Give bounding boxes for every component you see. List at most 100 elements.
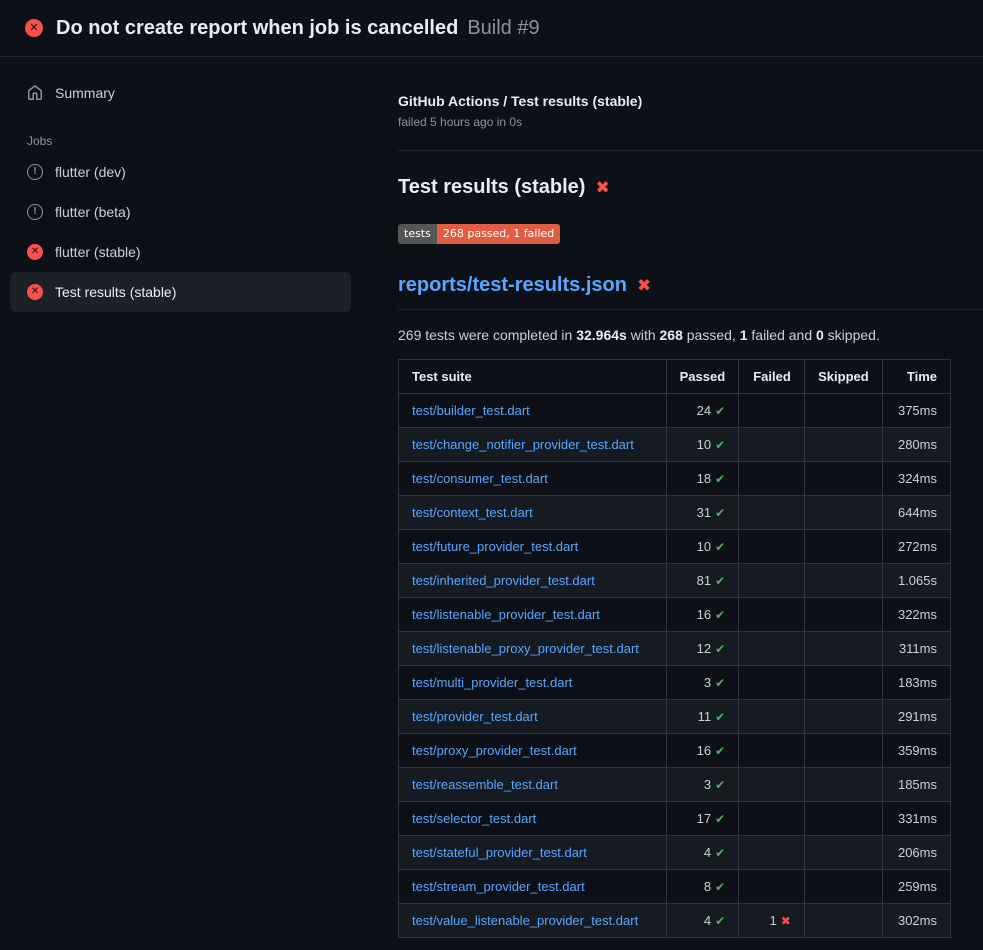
skipped-cell (804, 564, 882, 598)
test-suite-cell: test/proxy_provider_test.dart (399, 734, 667, 768)
topbar: ✕ Do not create report when job is cance… (0, 0, 983, 57)
check-icon: ✔ (715, 404, 725, 418)
test-suite-link[interactable]: test/builder_test.dart (412, 403, 530, 418)
badge-value: 268 passed, 1 failed (437, 224, 560, 244)
failed-cell (739, 530, 805, 564)
test-suite-link[interactable]: test/change_notifier_provider_test.dart (412, 437, 634, 452)
failed-cell (739, 462, 805, 496)
skipped-cell (804, 836, 882, 870)
sidebar-item-summary[interactable]: Summary (10, 73, 351, 113)
table-row: test/listenable_proxy_provider_test.dart… (399, 632, 951, 666)
passed-cell: 12✔ (666, 632, 739, 666)
skipped-cell (804, 428, 882, 462)
report-file-link[interactable]: reports/test-results.json (398, 274, 627, 297)
test-suite-cell: test/reassemble_test.dart (399, 768, 667, 802)
sidebar-jobs: !flutter (dev)!flutter (beta)✕flutter (s… (0, 152, 390, 312)
test-suite-link[interactable]: test/value_listenable_provider_test.dart (412, 913, 638, 928)
test-suite-link[interactable]: test/consumer_test.dart (412, 471, 548, 486)
test-suite-link[interactable]: test/provider_test.dart (412, 709, 538, 724)
time-cell: 272ms (882, 530, 950, 564)
skipped-cell (804, 802, 882, 836)
sidebar-item-job[interactable]: !flutter (beta) (10, 192, 351, 232)
test-suite-link[interactable]: test/stateful_provider_test.dart (412, 845, 587, 860)
test-suite-cell: test/listenable_provider_test.dart (399, 598, 667, 632)
check-icon: ✔ (715, 608, 725, 622)
test-suite-link[interactable]: test/proxy_provider_test.dart (412, 743, 577, 758)
passed-cell: 8✔ (666, 870, 739, 904)
test-suite-cell: test/context_test.dart (399, 496, 667, 530)
summary-failed-count: 1 (740, 327, 748, 343)
sidebar-item-job[interactable]: ✕flutter (stable) (10, 232, 351, 272)
passed-cell: 11✔ (666, 700, 739, 734)
job-label: flutter (dev) (55, 164, 126, 180)
table-row: test/provider_test.dart 11✔ 291ms (399, 700, 951, 734)
time-cell: 324ms (882, 462, 950, 496)
failed-cell (739, 734, 805, 768)
time-cell: 259ms (882, 870, 950, 904)
passed-cell: 3✔ (666, 768, 739, 802)
failed-cell (739, 428, 805, 462)
test-suite-link[interactable]: test/future_provider_test.dart (412, 539, 578, 554)
test-suite-link[interactable]: test/context_test.dart (412, 505, 533, 520)
column-header-failed: Failed (739, 360, 805, 394)
check-icon: ✔ (715, 846, 725, 860)
job-label: flutter (stable) (55, 244, 141, 260)
tests-badge: tests 268 passed, 1 failed (398, 224, 560, 244)
failed-cell (739, 394, 805, 428)
test-suite-link[interactable]: test/multi_provider_test.dart (412, 675, 572, 690)
check-icon: ✔ (715, 880, 725, 894)
time-cell: 322ms (882, 598, 950, 632)
test-suite-link[interactable]: test/stream_provider_test.dart (412, 879, 585, 894)
sidebar-item-job[interactable]: ✕Test results (stable) (10, 272, 351, 312)
time-cell: 280ms (882, 428, 950, 462)
table-row: test/inherited_provider_test.dart81✔1.06… (399, 564, 951, 598)
skipped-cell (804, 394, 882, 428)
results-table: Test suite Passed Failed Skipped Time te… (398, 359, 951, 938)
skipped-cell (804, 598, 882, 632)
test-suite-link[interactable]: test/selector_test.dart (412, 811, 536, 826)
x-circle-fill-icon: ✕ (25, 19, 43, 37)
skipped-cell (804, 700, 882, 734)
table-row: test/builder_test.dart24✔375ms (399, 394, 951, 428)
failed-cell (739, 496, 805, 530)
failed-x-icon: ✖ (595, 179, 609, 196)
time-cell: 302ms (882, 904, 950, 938)
job-label: Test results (stable) (55, 284, 176, 300)
time-cell: 331ms (882, 802, 950, 836)
test-suite-link[interactable]: test/listenable_provider_test.dart (412, 607, 600, 622)
test-suite-link[interactable]: test/reassemble_test.dart (412, 777, 558, 792)
summary-duration: 32.964s (576, 327, 627, 343)
time-cell: 311ms (882, 632, 950, 666)
test-suite-cell: test/provider_test.dart (399, 700, 667, 734)
summary-skipped-count: 0 (816, 327, 824, 343)
summary-passed-count: 268 (660, 327, 683, 343)
failed-cell (739, 836, 805, 870)
time-cell: 291ms (882, 700, 950, 734)
sidebar-item-job[interactable]: !flutter (dev) (10, 152, 351, 192)
time-cell: 206ms (882, 836, 950, 870)
check-icon: ✔ (715, 574, 725, 588)
check-icon: ✔ (715, 472, 725, 486)
skipped-cell (804, 870, 882, 904)
test-suite-link[interactable]: test/listenable_proxy_provider_test.dart (412, 641, 639, 656)
section-title: Test results (stable) ✖ (398, 176, 951, 199)
table-header-row: Test suite Passed Failed Skipped Time (399, 360, 951, 394)
section-title-text: Test results (stable) (398, 176, 585, 199)
skipped-cell (804, 768, 882, 802)
passed-cell: 10✔ (666, 530, 739, 564)
time-cell: 1.065s (882, 564, 950, 598)
breadcrumb: GitHub Actions / Test results (stable) (398, 93, 951, 109)
table-row: test/future_provider_test.dart 10✔ 272ms (399, 530, 951, 564)
table-row: test/value_listenable_provider_test.dart… (399, 904, 951, 938)
summary-text: skipped. (824, 327, 880, 343)
test-suite-cell: test/multi_provider_test.dart (399, 666, 667, 700)
failed-cell (739, 632, 805, 666)
failed-cell (739, 598, 805, 632)
skipped-cell (804, 496, 882, 530)
passed-cell: 3✔ (666, 666, 739, 700)
time-cell: 359ms (882, 734, 950, 768)
time-cell: 644ms (882, 496, 950, 530)
skipped-cell (804, 530, 882, 564)
table-row: test/selector_test.dart17✔331ms (399, 802, 951, 836)
test-suite-link[interactable]: test/inherited_provider_test.dart (412, 573, 595, 588)
